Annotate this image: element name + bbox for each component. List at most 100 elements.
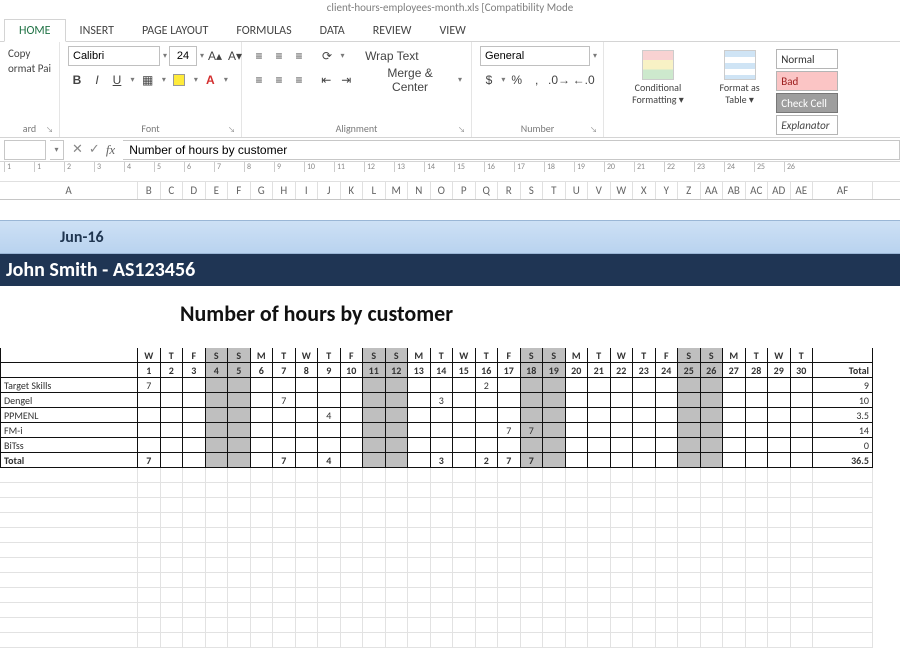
column-header[interactable]: D bbox=[183, 182, 206, 199]
cell[interactable] bbox=[453, 393, 476, 408]
cell[interactable] bbox=[791, 378, 814, 393]
accounting-format-button[interactable]: $ bbox=[480, 70, 498, 90]
cell[interactable] bbox=[386, 453, 409, 468]
font-name-combo[interactable] bbox=[68, 46, 160, 66]
cell[interactable] bbox=[183, 438, 206, 453]
cell[interactable]: F bbox=[183, 348, 206, 363]
cell[interactable]: W bbox=[138, 348, 161, 363]
cell[interactable]: 7 bbox=[521, 423, 544, 438]
cell[interactable] bbox=[723, 378, 746, 393]
cell[interactable] bbox=[138, 438, 161, 453]
column-header[interactable]: AA bbox=[701, 182, 724, 199]
cell[interactable] bbox=[521, 408, 544, 423]
cell[interactable] bbox=[678, 393, 701, 408]
cell[interactable] bbox=[251, 423, 274, 438]
cell[interactable]: 15 bbox=[453, 363, 476, 378]
cell[interactable] bbox=[566, 438, 589, 453]
column-header[interactable]: R bbox=[498, 182, 521, 199]
cell[interactable] bbox=[341, 453, 364, 468]
cell[interactable]: 30 bbox=[791, 363, 814, 378]
cell[interactable] bbox=[498, 408, 521, 423]
conditional-formatting-button[interactable]: Conditional Formatting ▾ bbox=[616, 82, 700, 106]
cell[interactable] bbox=[476, 408, 499, 423]
column-header[interactable]: I bbox=[296, 182, 319, 199]
cell[interactable] bbox=[251, 408, 274, 423]
cell[interactable] bbox=[791, 453, 814, 468]
cell[interactable] bbox=[566, 378, 589, 393]
align-left-button[interactable]: ≡ bbox=[250, 70, 268, 90]
cell[interactable]: 7 bbox=[138, 378, 161, 393]
cell[interactable]: T bbox=[431, 348, 454, 363]
cell[interactable] bbox=[251, 453, 274, 468]
tab-data[interactable]: DATA bbox=[306, 20, 359, 41]
cell[interactable] bbox=[723, 453, 746, 468]
cell[interactable] bbox=[453, 453, 476, 468]
column-header[interactable]: V bbox=[588, 182, 611, 199]
cell[interactable] bbox=[206, 408, 229, 423]
cell[interactable] bbox=[701, 378, 724, 393]
cell[interactable]: S bbox=[206, 348, 229, 363]
align-center-button[interactable]: ≡ bbox=[270, 70, 288, 90]
cell[interactable] bbox=[183, 408, 206, 423]
cell[interactable]: 8 bbox=[296, 363, 319, 378]
cell[interactable] bbox=[251, 378, 274, 393]
cell[interactable] bbox=[296, 423, 319, 438]
tab-insert[interactable]: INSERT bbox=[66, 20, 128, 41]
cell[interactable] bbox=[453, 378, 476, 393]
column-header[interactable]: X bbox=[633, 182, 656, 199]
cell[interactable] bbox=[453, 408, 476, 423]
cell[interactable] bbox=[791, 408, 814, 423]
cell[interactable] bbox=[228, 438, 251, 453]
cell[interactable]: 4 bbox=[318, 453, 341, 468]
cell[interactable]: S bbox=[701, 348, 724, 363]
cell[interactable] bbox=[296, 393, 319, 408]
cell[interactable] bbox=[296, 408, 319, 423]
increase-indent-button[interactable]: ⇥ bbox=[337, 70, 355, 90]
cell[interactable] bbox=[633, 453, 656, 468]
orientation-button[interactable]: ⟳ bbox=[318, 46, 336, 66]
cell[interactable] bbox=[723, 393, 746, 408]
cell[interactable]: 7 bbox=[521, 453, 544, 468]
cell[interactable] bbox=[768, 423, 791, 438]
cell[interactable] bbox=[588, 378, 611, 393]
cell[interactable] bbox=[476, 438, 499, 453]
cell[interactable] bbox=[768, 393, 791, 408]
enter-icon[interactable]: ✓ bbox=[89, 142, 100, 157]
cell[interactable] bbox=[633, 408, 656, 423]
column-header[interactable]: M bbox=[386, 182, 409, 199]
cell[interactable] bbox=[408, 453, 431, 468]
cell[interactable] bbox=[228, 408, 251, 423]
conditional-formatting-icon[interactable] bbox=[642, 50, 674, 80]
cell[interactable] bbox=[161, 393, 184, 408]
cell[interactable] bbox=[363, 393, 386, 408]
cell[interactable] bbox=[746, 453, 769, 468]
cell[interactable] bbox=[611, 453, 634, 468]
cell[interactable]: F bbox=[341, 348, 364, 363]
cell[interactable]: 14 bbox=[431, 363, 454, 378]
cell[interactable] bbox=[656, 378, 679, 393]
cell[interactable] bbox=[791, 438, 814, 453]
fill-color-button[interactable] bbox=[169, 70, 189, 90]
cell[interactable] bbox=[633, 438, 656, 453]
cell[interactable]: F bbox=[498, 348, 521, 363]
cell[interactable]: 4 bbox=[206, 363, 229, 378]
tab-page-layout[interactable]: PAGE LAYOUT bbox=[128, 20, 222, 41]
bold-button[interactable]: B bbox=[68, 70, 86, 90]
cell[interactable]: 23 bbox=[633, 363, 656, 378]
chevron-down-icon[interactable]: ▾ bbox=[162, 51, 167, 61]
cell[interactable] bbox=[611, 408, 634, 423]
cell[interactable] bbox=[611, 378, 634, 393]
cell[interactable] bbox=[768, 453, 791, 468]
cell[interactable]: F bbox=[656, 348, 679, 363]
cell[interactable]: W bbox=[768, 348, 791, 363]
cell[interactable]: M bbox=[251, 348, 274, 363]
cell[interactable] bbox=[138, 408, 161, 423]
cell[interactable] bbox=[431, 423, 454, 438]
cell[interactable] bbox=[341, 393, 364, 408]
font-size-combo[interactable] bbox=[169, 46, 197, 66]
cell[interactable] bbox=[768, 378, 791, 393]
cell[interactable] bbox=[386, 378, 409, 393]
cell[interactable]: W bbox=[296, 348, 319, 363]
cell[interactable] bbox=[701, 423, 724, 438]
cell[interactable] bbox=[431, 408, 454, 423]
